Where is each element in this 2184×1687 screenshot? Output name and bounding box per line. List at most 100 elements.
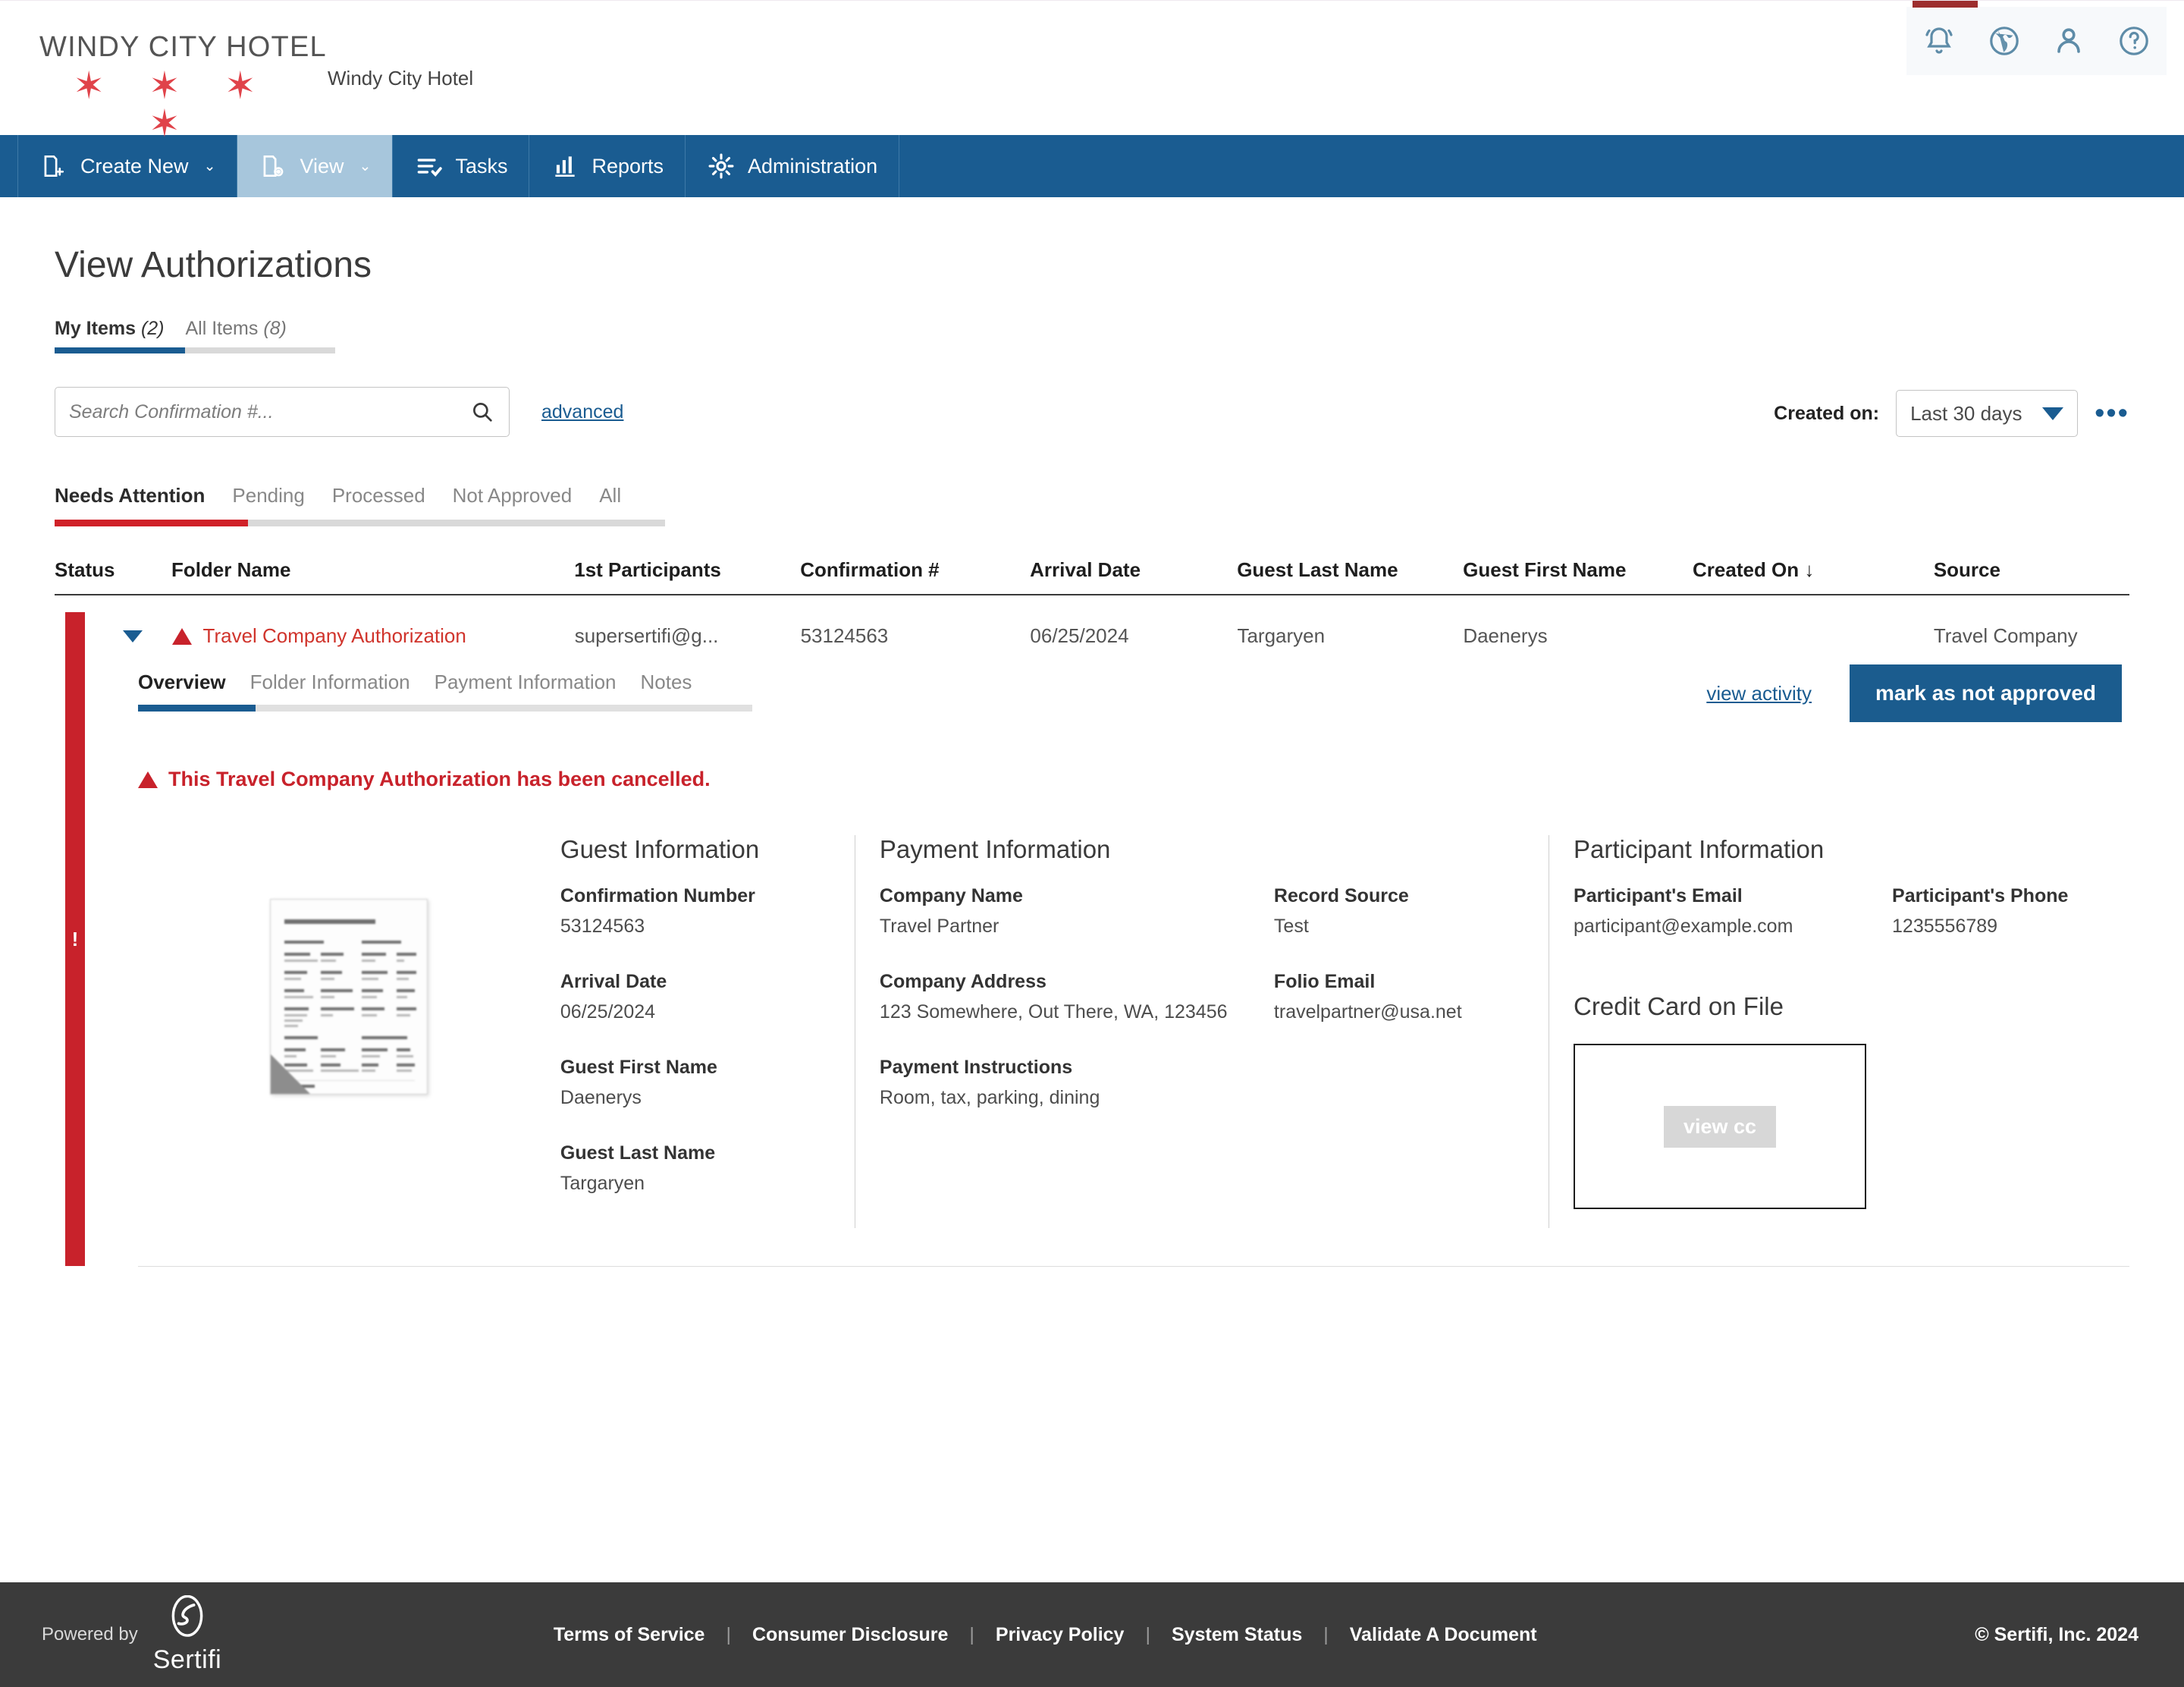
status-filter-tabs: Needs Attention Pending Processed Not Ap… — [55, 484, 665, 507]
detail-cards: Guest Information Confirmation Number 53… — [138, 835, 2122, 1228]
filter-tab-needs-attention[interactable]: Needs Attention — [55, 484, 232, 507]
footer-link-privacy-policy[interactable]: Privacy Policy — [974, 1624, 1146, 1646]
field-folio-email: Folio Email travelpartner@usa.net — [1274, 971, 1547, 1023]
logo-wordmark: WINDY CITY HOTEL — [39, 31, 327, 63]
detail-tab-folder-information[interactable]: Folder Information — [250, 671, 435, 694]
nav-item-view[interactable]: View ⌄ — [237, 135, 393, 197]
column-header-confirmation[interactable]: Confirmation # — [800, 558, 1030, 582]
page-footer: Powered by Sertifi Terms of Service | Co… — [0, 1582, 2184, 1687]
footer-link-system-status[interactable]: System Status — [1150, 1624, 1323, 1646]
field-participant-email: Participant's Email participant@example.… — [1574, 885, 1892, 938]
field-label: Guest Last Name — [560, 1142, 716, 1164]
field-value: 1235556789 — [1892, 916, 1998, 937]
column-header-arrival-date[interactable]: Arrival Date — [1030, 558, 1237, 582]
row-guest-first-name-cell: Daenerys — [1463, 624, 1548, 647]
search-input[interactable] — [69, 401, 469, 423]
mark-as-not-approved-button[interactable]: mark as not approved — [1850, 664, 2122, 722]
nav-item-reports[interactable]: Reports — [529, 135, 685, 197]
nav-item-administration[interactable]: Administration — [685, 135, 900, 197]
tab-my-items[interactable]: My Items (2) — [55, 318, 186, 340]
authorizations-table: Status Folder Name 1st Participants Conf… — [55, 558, 2129, 1267]
notification-indicator — [1913, 1, 1978, 8]
nav-item-reports-label: Reports — [592, 154, 664, 177]
column-header-created-on[interactable]: Created On ↓ — [1693, 558, 1934, 582]
participant-information-card: Participant Information Participant's Em… — [1549, 835, 2122, 1228]
row-detail-panel: Overview Folder Information Payment Info… — [138, 664, 2129, 1266]
item-scope-tabs: My Items (2) All Items (8) — [55, 318, 335, 340]
column-header-guest-last-name[interactable]: Guest Last Name — [1237, 558, 1463, 582]
hotel-logo: WINDY CITY HOTEL ✶ ✶ ✶ ✶ — [39, 31, 343, 143]
guest-information-title: Guest Information — [560, 835, 760, 863]
column-header-participants[interactable]: 1st Participants — [574, 558, 800, 582]
document-thumbnail[interactable] — [270, 899, 428, 1095]
field-label: Arrival Date — [560, 971, 667, 992]
footer-link-terms-of-service[interactable]: Terms of Service — [532, 1624, 726, 1646]
filter-tab-not-approved[interactable]: Not Approved — [453, 484, 600, 507]
guest-information-card: Guest Information Confirmation Number 53… — [560, 835, 855, 1228]
credit-card-on-file-title: Credit Card on File — [1574, 992, 1784, 1020]
footer-link-consumer-disclosure[interactable]: Consumer Disclosure — [731, 1624, 969, 1646]
field-value: travelpartner@usa.net — [1273, 1001, 1462, 1023]
folder-name-link[interactable]: Travel Company Authorization — [203, 624, 466, 648]
document-thumbnail-container[interactable] — [138, 835, 560, 1228]
document-preview-image — [270, 899, 428, 1095]
advanced-search-link[interactable]: advanced — [541, 401, 623, 423]
column-header-source[interactable]: Source — [1934, 558, 2129, 582]
filter-tab-processed[interactable]: Processed — [332, 484, 453, 507]
page-title: View Authorizations — [55, 245, 372, 285]
tab-my-items-count: (2) — [140, 318, 165, 339]
search-confirmation-field[interactable] — [55, 387, 510, 437]
field-label: Confirmation Number — [560, 885, 755, 906]
detail-tab-payment-information[interactable]: Payment Information — [435, 671, 641, 694]
view-activity-link[interactable]: view activity — [1706, 682, 1812, 705]
hotel-name-label: Windy City Hotel — [328, 67, 474, 90]
created-on-select[interactable]: Last 30 days — [1896, 390, 2079, 437]
created-on-filter: Created on: Last 30 days ••• — [1774, 390, 2129, 437]
view-cc-button[interactable]: view cc — [1663, 1105, 1777, 1148]
filter-tab-all[interactable]: All — [599, 484, 648, 507]
folder-view-icon — [259, 152, 287, 181]
field-guest-first-name: Guest First Name Daenerys — [560, 1057, 832, 1109]
field-value: 53124563 — [560, 916, 645, 937]
footer-links: Terms of Service | Consumer Disclosure |… — [115, 1624, 1975, 1646]
table-row: ! Travel Company Authorization supersert… — [55, 595, 2129, 1266]
chevron-down-icon: ⌄ — [203, 158, 216, 174]
column-header-folder-name[interactable]: Folder Name — [171, 558, 574, 582]
search-icon[interactable] — [469, 399, 495, 425]
column-header-guest-first-name[interactable]: Guest First Name — [1463, 558, 1693, 582]
footer-link-validate-a-document[interactable]: Validate A Document — [1329, 1624, 1558, 1646]
cancellation-alert-text: This Travel Company Authorization has be… — [168, 768, 711, 790]
column-header-status[interactable]: Status — [55, 558, 171, 582]
field-label: Folio Email — [1273, 971, 1376, 992]
detail-tab-notes[interactable]: Notes — [641, 671, 717, 694]
search-toolbar: advanced Created on: Last 30 days ••• — [55, 387, 2129, 437]
field-payment-instructions: Payment Instructions Room, tax, parking,… — [880, 1057, 1274, 1109]
nav-item-tasks[interactable]: Tasks — [392, 135, 529, 197]
detail-tab-overview[interactable]: Overview — [138, 671, 250, 694]
filter-tab-pending[interactable]: Pending — [232, 484, 331, 507]
field-value: Daenerys — [560, 1087, 642, 1108]
main-navigation: Create New ⌄ View ⌄ Tasks Reports Admini… — [0, 135, 2184, 197]
row-folder-name-cell[interactable]: Travel Company Authorization — [171, 624, 575, 648]
field-label: Participant's Email — [1574, 885, 1743, 906]
tab-my-items-label: My Items — [55, 318, 136, 339]
gear-icon — [707, 152, 736, 181]
created-on-selected-value: Last 30 days — [1910, 401, 2022, 425]
tab-all-items[interactable]: All Items (8) — [186, 318, 308, 340]
notification-bell-icon[interactable] — [1918, 20, 1960, 62]
help-icon[interactable] — [2113, 20, 2155, 62]
warning-triangle-icon — [171, 627, 192, 645]
row-divider — [138, 1266, 2129, 1267]
table-row-main[interactable]: Travel Company Authorization supersertif… — [55, 595, 2129, 671]
field-label: Company Address — [879, 971, 1046, 992]
more-options-button[interactable]: ••• — [2095, 399, 2129, 428]
header-icon-bar — [1906, 1, 2167, 75]
globe-icon[interactable] — [1983, 20, 2026, 62]
status-badge: ! — [65, 612, 85, 1266]
field-record-source: Record Source Test — [1274, 885, 1547, 938]
user-account-icon[interactable] — [2048, 20, 2090, 62]
nav-item-create-new[interactable]: Create New ⌄ — [17, 135, 237, 197]
payment-information-card: Payment Information Company Name Travel … — [854, 835, 1549, 1228]
tab-all-items-label: All Items — [185, 318, 259, 339]
chevron-down-icon — [2042, 407, 2064, 420]
